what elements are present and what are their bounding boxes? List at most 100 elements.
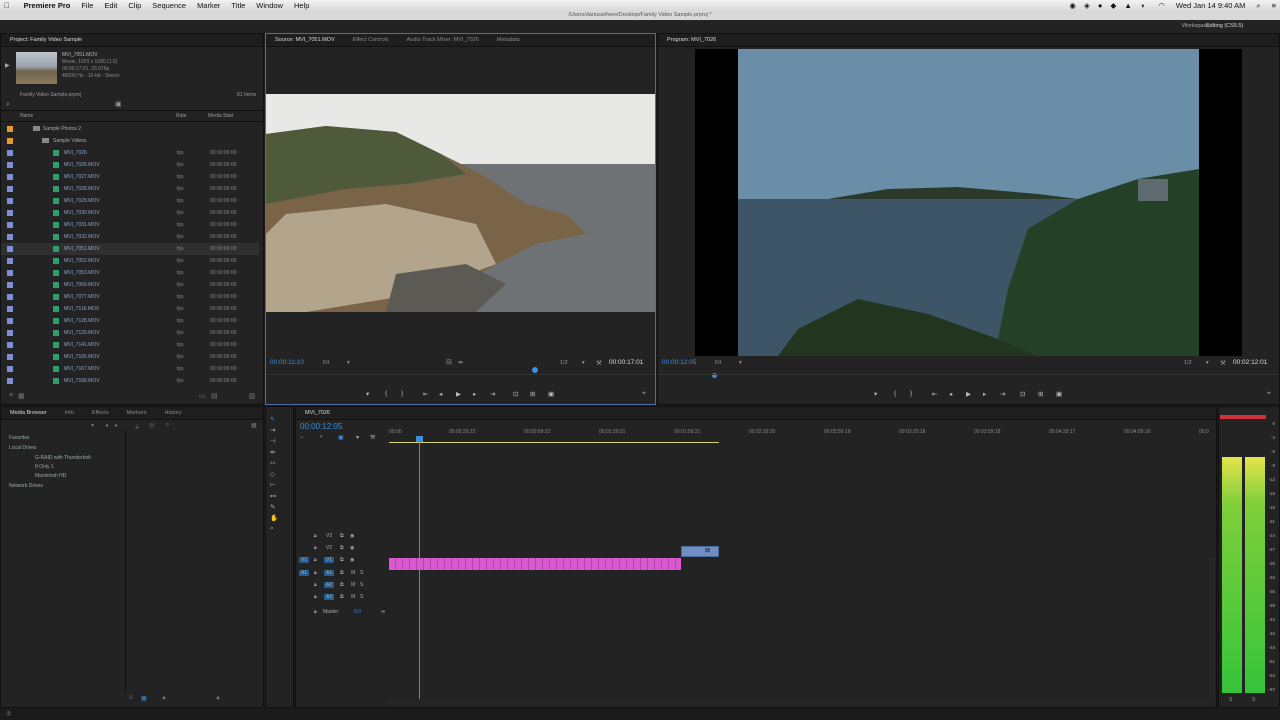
settings-icon[interactable]: ⊟ [446,358,452,366]
lock-icon[interactable]: 🔒︎ [314,545,317,551]
razor-tool-icon[interactable]: ◇ [270,470,275,478]
label-color-swatch[interactable] [7,210,13,216]
solo-right[interactable]: S [1252,697,1255,703]
label-color-swatch[interactable] [7,150,13,156]
zoom-slider-max[interactable]: ▲ [215,695,221,701]
project-item-row[interactable]: MVI_7029.MOV fps 00:00:00:00 [1,195,259,207]
go-to-out-icon[interactable]: ⇥ [490,390,495,398]
pen-tool-icon[interactable]: ✎ [270,503,275,511]
program-scrub-bar[interactable] [658,374,1279,379]
timeline-timecode[interactable]: 00:00:12:05 [300,422,342,431]
clock[interactable]: Wed Jan 14 9:40 AM [1176,1,1246,10]
tab-sequence[interactable]: MVI_7026 [296,410,339,416]
export-frame-icon[interactable]: ▣ [1056,390,1062,398]
label-color-swatch[interactable] [7,174,13,180]
menu-file[interactable]: File [81,1,93,10]
tab-audio-mixer[interactable]: Audio Track Mixer: MVI_7026 [398,37,488,43]
label-color-swatch[interactable] [7,246,13,252]
lock-icon[interactable]: 🔒︎ [314,582,317,588]
tab-history[interactable]: History [155,410,190,416]
playhead-handle[interactable] [416,436,423,442]
tab-effects[interactable]: Effects [83,410,118,416]
label-color-swatch[interactable] [7,282,13,288]
tab-markers[interactable]: Markers [118,410,156,416]
label-color-swatch[interactable] [7,162,13,168]
track-v2[interactable]: V2 [326,545,332,551]
program-fit-select[interactable]: Fit [715,360,721,366]
track-v1[interactable]: V1 [324,557,335,563]
chevron-down-icon[interactable]: ▾ [347,360,350,366]
go-to-in-icon[interactable]: ⇤ [423,390,428,398]
go-to-in-icon[interactable]: ⇤ [932,390,937,398]
tree-favorites[interactable]: Favorites [9,435,30,441]
ripple-edit-tool-icon[interactable]: ⊣ [270,437,276,445]
forward-icon[interactable]: ▸ [115,422,118,429]
step-forward-icon[interactable]: ▸ [983,390,986,398]
sync-lock-icon[interactable]: ⧉ [340,594,344,600]
menu-title[interactable]: Title [231,1,245,10]
rate-stretch-tool-icon[interactable]: ⇿ [270,459,275,467]
snap-icon[interactable]: ⌁ [300,434,304,441]
wifi-icon[interactable]: ◠ [1158,1,1165,10]
col-media-start[interactable]: Media Start [208,113,234,119]
project-item-row[interactable]: MVI_7028.MOV fps 00:00:00:00 [1,183,259,195]
export-frame-icon[interactable]: ▣ [548,390,554,398]
mark-out-icon[interactable]: } [910,390,912,397]
label-color-swatch[interactable] [7,198,13,204]
slide-tool-icon[interactable]: ⊷ [270,492,277,500]
project-item-row[interactable]: MVI_7069.MOV fps 00:00:00:00 [1,279,259,291]
menu-marker[interactable]: Marker [197,1,220,10]
menu-sequence[interactable]: Sequence [152,1,186,10]
status-icon[interactable]: ◍ [6,710,11,717]
nest-icon[interactable]: ▣ [338,434,344,441]
clip-thumbnail[interactable] [16,52,57,84]
chevron-down-icon[interactable]: ▾ [582,360,585,366]
eye-icon[interactable]: ◉ [350,545,354,551]
view-icon[interactable]: ◎ [149,422,154,429]
horizontal-scrollbar[interactable] [389,700,1209,706]
project-item-row[interactable]: MVI_7052.MOV fps 00:00:00:00 [1,255,259,267]
tab-info[interactable]: Info [56,410,83,416]
source-patch-a1[interactable]: A1 [299,570,310,576]
new-bin-icon[interactable]: ▭ [199,392,206,400]
menu-help[interactable]: Help [294,1,309,10]
sync-lock-icon[interactable]: ⧉ [340,545,344,551]
apple-icon[interactable]:  [4,1,10,10]
zoom-tool-icon[interactable]: ⌕ [270,525,274,533]
project-item-row[interactable]: MVI_7032.MOV fps 00:00:00:00 [1,231,259,243]
mute-button[interactable]: M [351,594,355,600]
new-item-icon[interactable]: ▤ [211,392,218,400]
add-marker-icon[interactable]: ▾ [356,434,359,441]
project-item-row[interactable]: MVI_7128.MOV fps 00:00:00:00 [1,315,259,327]
project-item-row[interactable]: MVI_7141.MOV fps 00:00:00:00 [1,339,259,351]
mute-button[interactable]: M [351,582,355,588]
tree-network-drives[interactable]: Network Drives [9,483,43,489]
rolling-edit-tool-icon[interactable]: ⇹ [270,448,275,456]
project-item-row[interactable]: MVI_7053.MOV fps 00:00:00:00 [1,267,259,279]
project-item-row[interactable]: MVI_7168.MOV fps 00:00:00:00 [1,375,259,387]
label-color-swatch[interactable] [7,294,13,300]
work-area-bar[interactable] [389,442,719,443]
folder-row[interactable]: Sample Videos [1,135,259,147]
label-color-swatch[interactable] [7,318,13,324]
label-color-swatch[interactable] [7,378,13,384]
tab-program[interactable]: Program: MVI_7026 [658,37,725,43]
go-to-end-icon[interactable]: ⇹ [381,609,385,615]
selection-tool-icon[interactable]: ↖ [270,415,275,423]
wrench-icon[interactable]: ⚒ [596,359,602,367]
label-color-swatch[interactable] [7,306,13,312]
source-timecode[interactable]: 00:00:11:10 [270,359,304,366]
label-color-swatch[interactable] [7,258,13,264]
sync-lock-icon[interactable]: ⧉ [340,557,344,563]
linked-selection-icon[interactable]: ◐ [320,434,324,440]
label-color-swatch[interactable] [7,270,13,276]
solo-left[interactable]: S [1229,697,1232,703]
search-icon[interactable]: ⌕ [166,422,169,429]
clip-indicator[interactable] [1220,415,1266,419]
video-clip-v2[interactable]: ⊠ [681,546,719,557]
program-video-frame[interactable] [695,49,1242,356]
source-video-frame[interactable] [266,94,655,312]
slip-tool-icon[interactable]: ⊢ [270,481,276,489]
sync-lock-icon[interactable]: ⧉ [340,533,344,539]
step-back-icon[interactable]: ◂ [439,390,442,398]
